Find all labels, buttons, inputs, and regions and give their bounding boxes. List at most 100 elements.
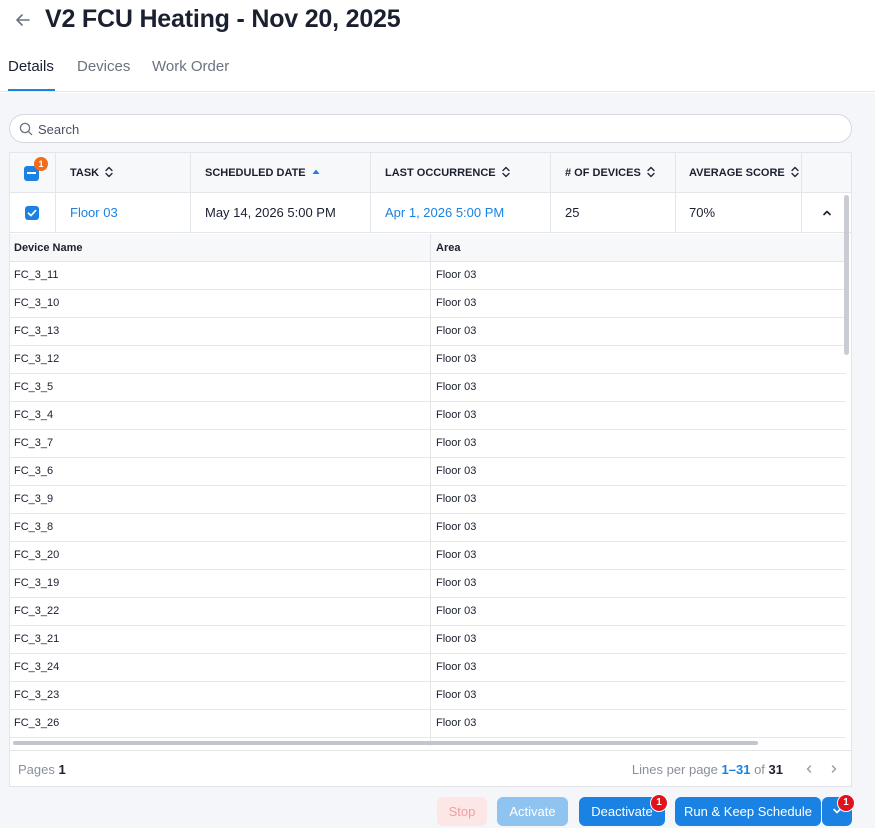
active-tab-indicator xyxy=(8,89,55,91)
table-row[interactable]: FC_3_22 Floor 03 xyxy=(10,598,846,626)
area-cell: Floor 03 xyxy=(436,381,477,393)
area-cell: Floor 03 xyxy=(436,297,477,309)
tab-details[interactable]: Details xyxy=(8,58,54,75)
tab-devices[interactable]: Devices xyxy=(77,58,130,75)
column-label: TASK xyxy=(70,167,100,179)
table-row[interactable]: FC_3_10 Floor 03 xyxy=(10,290,846,318)
area-cell: Floor 03 xyxy=(436,325,477,337)
horizontal-scrollbar[interactable] xyxy=(13,741,758,745)
table-footer: Pages 1 Lines per page 1–31 of 31 xyxy=(10,750,851,786)
device-name-cell: FC_3_10 xyxy=(14,297,60,309)
device-name-cell: FC_3_23 xyxy=(14,689,60,701)
activate-button[interactable]: Activate xyxy=(497,797,568,826)
action-bar: Stop Activate Deactivate 1 Run & Keep Sc… xyxy=(0,794,875,828)
run-keep-schedule-button[interactable]: Run & Keep Schedule xyxy=(675,797,821,826)
chevron-left-icon[interactable] xyxy=(803,763,815,775)
area-cell: Floor 03 xyxy=(436,409,477,421)
column-divider xyxy=(550,193,551,233)
lines-range[interactable]: 1–31 xyxy=(722,762,751,777)
column-divider xyxy=(55,193,56,233)
column-divider xyxy=(801,193,802,233)
table-row[interactable]: FC_3_4 Floor 03 xyxy=(10,402,846,430)
column-header-average-score[interactable]: AVERAGE SCORE xyxy=(689,153,799,193)
sort-icon xyxy=(791,166,799,178)
table-row[interactable]: FC_3_12 Floor 03 xyxy=(10,346,846,374)
device-name-cell: FC_3_9 xyxy=(14,493,54,505)
subtable-column-device-name: Device Name xyxy=(14,242,83,254)
deactivate-badge: 1 xyxy=(650,794,668,812)
area-cell: Floor 03 xyxy=(436,269,477,281)
subtable-body: FC_3_11 Floor 03 FC_3_10 Floor 03 FC_3_13 Flo… xyxy=(10,262,846,738)
table-row[interactable]: FC_3_11 Floor 03 xyxy=(10,262,846,290)
device-name-cell: FC_3_22 xyxy=(14,605,60,617)
last-occurrence-link[interactable]: Apr 1, 2026 5:00 PM xyxy=(385,193,504,233)
run-options-badge: 1 xyxy=(837,794,855,812)
table-row[interactable]: FC_3_26 Floor 03 xyxy=(10,710,846,738)
area-cell: Floor 03 xyxy=(436,577,477,589)
vertical-scrollbar[interactable] xyxy=(844,195,849,355)
area-cell: Floor 03 xyxy=(436,549,477,561)
column-label: # OF DEVICES xyxy=(565,167,641,179)
area-cell: Floor 03 xyxy=(436,353,477,365)
subtable-header: Device Name Area xyxy=(10,234,846,262)
column-divider xyxy=(190,193,191,233)
task-table: 1 TASK SCHEDULED DATE LAST OCCURRENCE # … xyxy=(9,152,852,787)
back-arrow-icon[interactable] xyxy=(12,9,34,31)
row-checkbox[interactable] xyxy=(25,206,39,220)
column-header-task[interactable]: TASK xyxy=(70,153,113,193)
column-header-last-occurrence[interactable]: LAST OCCURRENCE xyxy=(385,153,510,193)
column-divider xyxy=(370,193,371,233)
tab-bar: Details Devices Work Order xyxy=(0,52,875,92)
table-row[interactable]: FC_3_19 Floor 03 xyxy=(10,570,846,598)
area-cell: Floor 03 xyxy=(436,437,477,449)
stop-button[interactable]: Stop xyxy=(437,797,487,826)
lines-total: 31 xyxy=(768,762,783,777)
device-name-cell: FC_3_4 xyxy=(14,409,54,421)
device-name-cell: FC_3_21 xyxy=(14,633,60,645)
subtable-column-area: Area xyxy=(436,242,461,254)
table-row[interactable]: FC_3_5 Floor 03 xyxy=(10,374,846,402)
of-label: of xyxy=(754,762,765,777)
area-cell: Floor 03 xyxy=(436,661,477,673)
column-header-devices[interactable]: # OF DEVICES xyxy=(565,153,655,193)
sort-icon xyxy=(501,166,510,178)
column-divider xyxy=(55,153,56,193)
area-cell: Floor 03 xyxy=(436,605,477,617)
search-input[interactable] xyxy=(38,120,838,138)
table-row[interactable]: FC_3_23 Floor 03 xyxy=(10,682,846,710)
pages-label: Pages xyxy=(18,762,55,777)
table-header: 1 TASK SCHEDULED DATE LAST OCCURRENCE # … xyxy=(10,153,851,193)
column-divider xyxy=(675,153,676,193)
table-row[interactable]: FC_3_8 Floor 03 xyxy=(10,514,846,542)
table-row[interactable]: FC_3_6 Floor 03 xyxy=(10,458,846,486)
column-divider xyxy=(675,193,676,233)
column-header-scheduled-date[interactable]: SCHEDULED DATE xyxy=(205,153,320,193)
tab-work-order[interactable]: Work Order xyxy=(152,58,229,75)
table-row[interactable]: Floor 03 May 14, 2026 5:00 PM Apr 1, 202… xyxy=(10,193,851,233)
device-subtable: Device Name Area FC_3_11 Floor 03 FC_3_10 F… xyxy=(10,234,846,746)
pages-value: 1 xyxy=(58,762,66,777)
device-name-cell: FC_3_19 xyxy=(14,577,60,589)
device-name-cell: FC_3_12 xyxy=(14,353,60,365)
sort-icon xyxy=(647,166,655,178)
table-row[interactable]: FC_3_21 Floor 03 xyxy=(10,626,846,654)
column-label: SCHEDULED DATE xyxy=(205,167,306,179)
task-link[interactable]: Floor 03 xyxy=(70,193,118,233)
sort-asc-icon xyxy=(312,169,320,175)
table-row[interactable]: FC_3_13 Floor 03 xyxy=(10,318,846,346)
column-divider xyxy=(430,234,431,746)
table-row[interactable]: FC_3_7 Floor 03 xyxy=(10,430,846,458)
search-bar[interactable] xyxy=(9,114,852,143)
chevron-right-icon[interactable] xyxy=(828,763,840,775)
area-cell: Floor 03 xyxy=(436,465,477,477)
table-row[interactable]: FC_3_9 Floor 03 xyxy=(10,486,846,514)
area-cell: Floor 03 xyxy=(436,633,477,645)
page-title: V2 FCU Heating - Nov 20, 2025 xyxy=(45,5,401,33)
column-divider xyxy=(370,153,371,193)
devices-count-cell: 25 xyxy=(565,205,580,220)
device-name-cell: FC_3_7 xyxy=(14,437,54,449)
table-row[interactable]: FC_3_20 Floor 03 xyxy=(10,542,846,570)
area-cell: Floor 03 xyxy=(436,521,477,533)
table-row[interactable]: FC_3_24 Floor 03 xyxy=(10,654,846,682)
chevron-up-icon[interactable] xyxy=(821,207,833,219)
